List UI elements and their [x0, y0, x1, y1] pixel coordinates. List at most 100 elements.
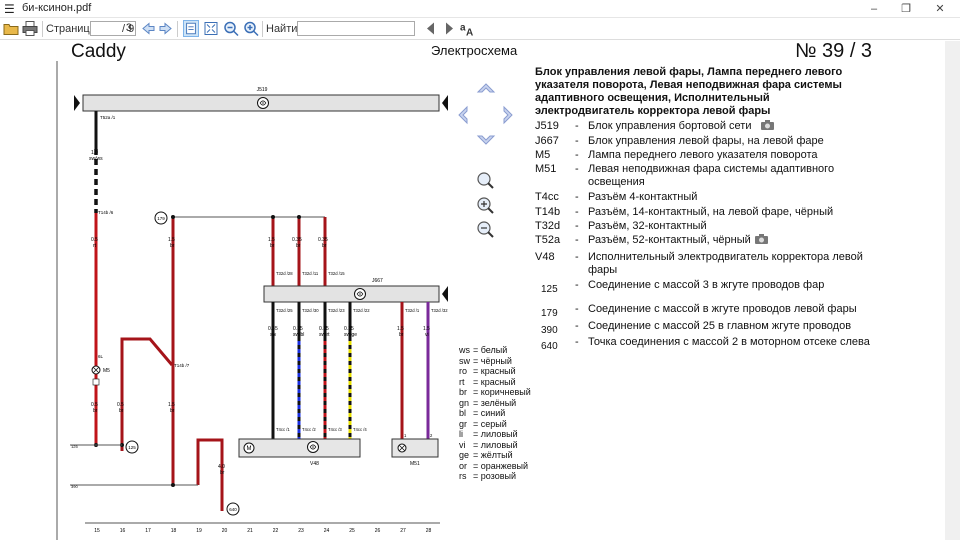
- j519-label: J519: [257, 87, 268, 93]
- minimize-button[interactable]: –: [861, 1, 887, 17]
- v48-label: V48: [310, 461, 319, 467]
- left-wire-color-4: br: [119, 408, 124, 414]
- t14b-top-label: T14b /6: [98, 210, 114, 215]
- toolbar-separator: [42, 21, 43, 37]
- toolbar: Страница: 3 / 9 Найти: a A: [0, 18, 960, 40]
- zoom-out-icon[interactable]: [223, 20, 239, 37]
- column-numbers: 15 16 17 18 19 20 21 22 23 24 25 26 27 28: [94, 528, 431, 534]
- column-number: 23: [298, 528, 304, 534]
- page-zoom-fit-icon[interactable]: [477, 172, 494, 189]
- nav-right-icon[interactable]: [503, 105, 513, 125]
- j667-bottom-pin-1: T32d /25: [276, 308, 293, 313]
- v48-box: [238, 438, 361, 458]
- ground-125-label: 125: [128, 445, 136, 450]
- j667-bottom-pin-3: T32d /23: [328, 308, 345, 313]
- m5-label: M5: [103, 368, 110, 374]
- m51-pin-1: 1: [404, 433, 407, 438]
- vertical-scrollbar[interactable]: [945, 41, 960, 540]
- nav-down-icon[interactable]: [476, 135, 496, 145]
- t52a-pin-label: T52a /1: [100, 115, 116, 120]
- j667-bottom-pin-6: T32d /32: [431, 308, 448, 313]
- column-number: 17: [145, 528, 151, 534]
- maximize-button[interactable]: ❐: [893, 1, 919, 17]
- j667-bottom-color-6: vi: [425, 332, 429, 338]
- next-page-icon[interactable]: [158, 20, 174, 37]
- pdf-page: Caddy Электросхема № 39 / 3 Блок управле…: [0, 41, 945, 540]
- j519-right-arrow: [442, 95, 448, 111]
- v48-pin-2: T4cc /2: [302, 427, 316, 432]
- column-number: 19: [196, 528, 202, 534]
- zoom-in-icon[interactable]: [243, 20, 259, 37]
- column-number: 28: [426, 528, 432, 534]
- column-number: 18: [171, 528, 177, 534]
- j667-bottom-color-3: sw/rt: [319, 332, 330, 338]
- find-next-icon[interactable]: [441, 20, 457, 37]
- mid-label: 6L: [98, 354, 104, 359]
- navigation-arrows: [458, 83, 513, 145]
- left-wire-color-2: br: [170, 243, 175, 249]
- find-previous-icon[interactable]: [423, 20, 439, 37]
- j667-top-pin-2: T32d /11: [302, 271, 319, 276]
- window-title: би-ксинон.pdf: [22, 2, 92, 14]
- column-number: 26: [375, 528, 381, 534]
- close-button[interactable]: ✕: [927, 1, 953, 17]
- wire-19-20: [196, 438, 224, 511]
- ground-640-label: 640: [229, 507, 237, 512]
- j667-bottom-color-1: sw: [270, 332, 277, 338]
- j667-right-arrow: [442, 286, 448, 302]
- column-number: 25: [349, 528, 355, 534]
- nav-up-icon[interactable]: [476, 83, 496, 93]
- column-number: 15: [94, 528, 100, 534]
- open-folder-icon[interactable]: [3, 20, 19, 37]
- side-label-125: 125: [71, 444, 78, 449]
- toolbar-separator: [177, 21, 178, 37]
- v48-pin-1: T4cc /1: [276, 427, 290, 432]
- column-number: 21: [247, 528, 253, 534]
- page-zoom-in-icon[interactable]: [477, 197, 494, 214]
- j667-bottom-pin-4: T32d /22: [353, 308, 370, 313]
- column-number: 22: [273, 528, 279, 534]
- j667-label: J667: [372, 278, 383, 284]
- left-wire-color-3: br: [93, 408, 98, 414]
- fit-page-icon[interactable]: [203, 20, 219, 37]
- page-zoom-out-icon[interactable]: [477, 221, 494, 238]
- hamburger-menu-icon[interactable]: ☰: [4, 3, 16, 15]
- j667-top-pin-3: T32d /15: [328, 271, 345, 276]
- t14b-mid-label: T14b /7: [174, 363, 190, 368]
- svg-text:A: A: [466, 28, 473, 38]
- j667-bar: [263, 285, 440, 303]
- left-wire-color-6: br: [220, 470, 225, 476]
- j519-left-arrow: [74, 95, 80, 111]
- wire1-color: sw/ws: [89, 156, 103, 162]
- j667-top-color-3: br: [322, 243, 327, 249]
- print-icon[interactable]: [22, 20, 38, 37]
- j667-top-color-1: br: [270, 243, 275, 249]
- find-label: Найти:: [266, 23, 301, 35]
- nav-left-icon[interactable]: [458, 105, 468, 125]
- j667-bottom-color-2: sw/bl: [293, 332, 304, 338]
- j667-top-color-2: br: [296, 243, 301, 249]
- m51-pin-2: 2: [430, 433, 433, 438]
- ground-179-label: 179: [157, 216, 165, 221]
- svg-text:M: M: [247, 446, 252, 452]
- wiring-diagram: J519 T52a /1 1.0 sw/ws T14b /6 0.5 rt 6L…: [56, 61, 513, 540]
- toolbar-separator: [262, 21, 263, 37]
- fit-width-icon[interactable]: [183, 20, 199, 37]
- j667-bottom-color-4: sw/ge: [344, 332, 357, 338]
- page-total: / 9: [122, 23, 135, 35]
- match-case-icon[interactable]: a A: [459, 20, 475, 38]
- column-number: 27: [400, 528, 406, 534]
- wire-16: [120, 337, 174, 445]
- previous-page-icon[interactable]: [140, 20, 156, 37]
- j667-top-pin-1: T32d /28: [276, 271, 293, 276]
- side-label-390: 390: [71, 484, 78, 489]
- v48-pin-3: T4cc /3: [328, 427, 342, 432]
- j667-bottom-pin-2: T32d /30: [302, 308, 319, 313]
- left-wire-color-5: br: [170, 408, 175, 414]
- find-input[interactable]: [297, 21, 415, 36]
- column-number: 16: [120, 528, 126, 534]
- v48-pin-4: T4cc /4: [353, 427, 367, 432]
- column-number: 24: [324, 528, 330, 534]
- m51-label: M51: [410, 461, 420, 467]
- title-bar: ☰ би-ксинон.pdf – ❐ ✕: [0, 0, 960, 18]
